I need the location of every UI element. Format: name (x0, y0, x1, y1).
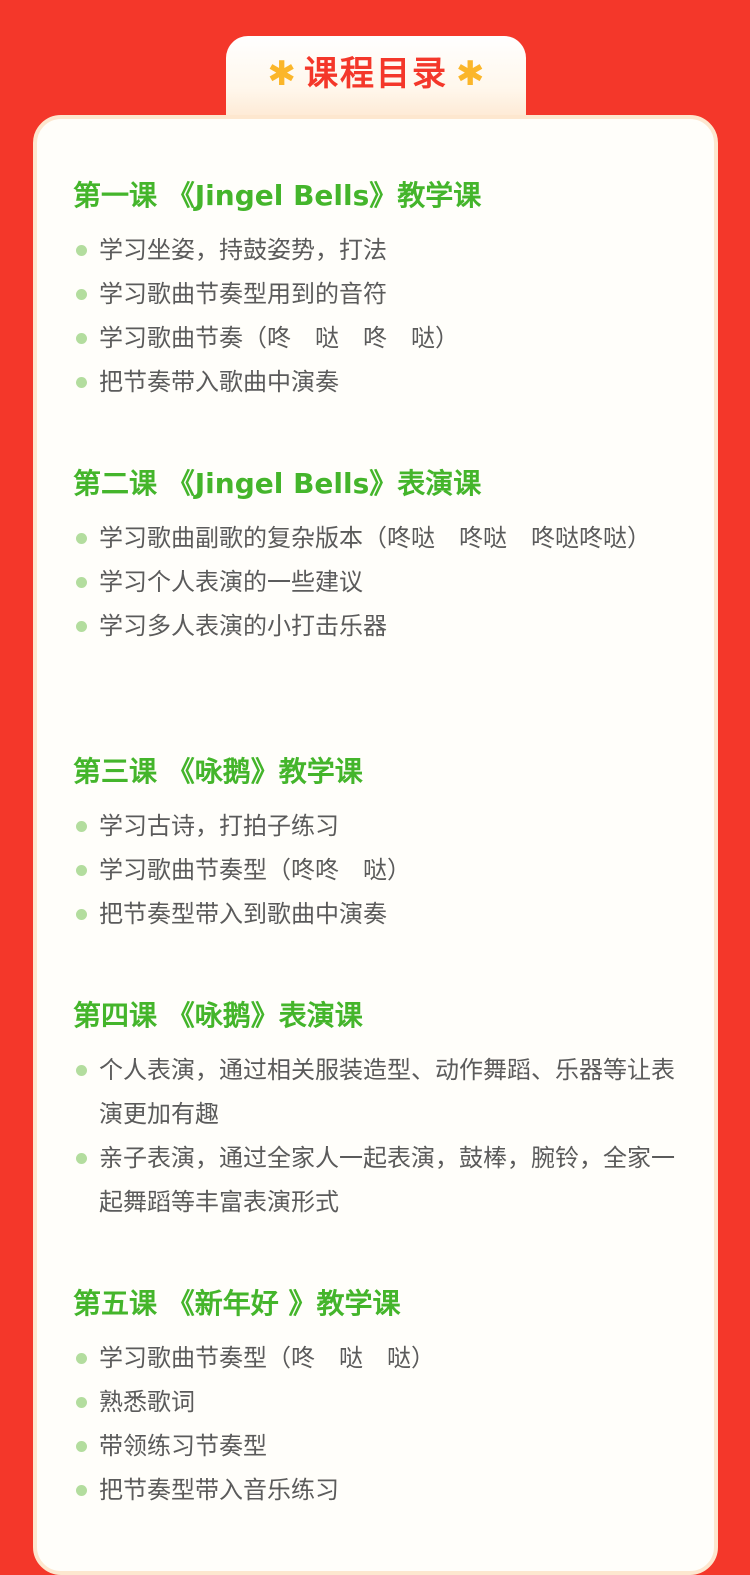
lesson-item-text: 学习歌曲节奏型（咚咚 哒） (99, 856, 411, 884)
lesson-item: 学习歌曲副歌的复杂版本（咚哒 咚哒 咚哒咚哒） (73, 516, 683, 560)
lesson-item-list: 学习歌曲副歌的复杂版本（咚哒 咚哒 咚哒咚哒） 学习个人表演的一些建议 学习多人… (73, 516, 683, 648)
lesson-item-text: 把节奏带入歌曲中演奏 (99, 368, 339, 396)
bullet-dot-icon (76, 1353, 87, 1364)
lesson-item: 学习歌曲节奏型（咚 哒 哒） (73, 1336, 683, 1380)
bullet-dot-icon (76, 289, 87, 300)
catalog-title: 课程目录 (304, 54, 448, 94)
lesson-item: 熟悉歌词 (73, 1380, 683, 1424)
lesson-item-text: 学习个人表演的一些建议 (99, 568, 363, 596)
bullet-dot-icon (76, 1397, 87, 1408)
lesson-4: 第四课 《咏鹅》表演课 个人表演，通过相关服装造型、动作舞蹈、乐器等让表演更加有… (73, 996, 683, 1224)
lesson-title: 第五课 《新年好 》教学课 (73, 1287, 401, 1320)
lesson-item-text: 学习歌曲节奏（咚 哒 咚 哒） (99, 324, 459, 352)
lesson-item-text: 亲子表演，通过全家人一起表演，鼓棒，腕铃，全家一起舞蹈等丰富表演形式 (99, 1144, 675, 1216)
bullet-dot-icon (76, 621, 87, 632)
lesson-title: 第二课 《Jingel Bells》表演课 (73, 467, 482, 500)
lesson-item: 学习多人表演的小打击乐器 (73, 604, 683, 648)
bullet-dot-icon (76, 577, 87, 588)
star-right-icon: ✱ (456, 54, 485, 94)
lesson-item-text: 把节奏型带入到歌曲中演奏 (99, 900, 387, 928)
lesson-item-text: 把节奏型带入音乐练习 (99, 1476, 339, 1504)
lesson-item: 把节奏带入歌曲中演奏 (73, 360, 683, 404)
bullet-dot-icon (76, 377, 87, 388)
course-catalog-card: 第一课 《Jingel Bells》教学课 学习坐姿，持鼓姿势，打法 学习歌曲节… (33, 115, 718, 1575)
bullet-dot-icon (76, 1485, 87, 1496)
lesson-item: 学习歌曲节奏型用到的音符 (73, 272, 683, 316)
lesson-item: 个人表演，通过相关服装造型、动作舞蹈、乐器等让表演更加有趣 (73, 1048, 683, 1136)
bullet-dot-icon (76, 865, 87, 876)
lesson-item: 学习个人表演的一些建议 (73, 560, 683, 604)
lesson-item: 带领练习节奏型 (73, 1424, 683, 1468)
lesson-title: 第三课 《咏鹅》教学课 (73, 755, 363, 788)
lesson-item-text: 带领练习节奏型 (99, 1432, 267, 1460)
lesson-item-text: 学习歌曲节奏型（咚 哒 哒） (99, 1344, 435, 1372)
lesson-item-text: 熟悉歌词 (99, 1388, 195, 1416)
bullet-dot-icon (76, 1065, 87, 1076)
lesson-item-list: 个人表演，通过相关服装造型、动作舞蹈、乐器等让表演更加有趣 亲子表演，通过全家人… (73, 1048, 683, 1224)
bullet-dot-icon (76, 1441, 87, 1452)
lesson-item-text: 个人表演，通过相关服装造型、动作舞蹈、乐器等让表演更加有趣 (99, 1056, 675, 1128)
bullet-dot-icon (76, 533, 87, 544)
bullet-dot-icon (76, 1153, 87, 1164)
bullet-dot-icon (76, 909, 87, 920)
bullet-dot-icon (76, 333, 87, 344)
lesson-item: 学习古诗，打拍子练习 (73, 804, 683, 848)
bullet-dot-icon (76, 821, 87, 832)
lesson-title: 第一课 《Jingel Bells》教学课 (73, 179, 482, 212)
lesson-item-text: 学习歌曲副歌的复杂版本（咚哒 咚哒 咚哒咚哒） (99, 524, 651, 552)
lesson-item: 学习坐姿，持鼓姿势，打法 (73, 228, 683, 272)
bullet-dot-icon (76, 245, 87, 256)
lesson-item: 把节奏型带入音乐练习 (73, 1468, 683, 1512)
lesson-item-list: 学习坐姿，持鼓姿势，打法 学习歌曲节奏型用到的音符 学习歌曲节奏（咚 哒 咚 哒… (73, 228, 683, 404)
star-left-icon: ✱ (267, 54, 297, 94)
lesson-5: 第五课 《新年好 》教学课 学习歌曲节奏型（咚 哒 哒） 熟悉歌词 带领练习节奏… (73, 1284, 683, 1512)
lesson-3: 第三课 《咏鹅》教学课 学习古诗，打拍子练习 学习歌曲节奏型（咚咚 哒） 把节奏… (73, 752, 683, 936)
lesson-item: 学习歌曲节奏型（咚咚 哒） (73, 848, 683, 892)
lesson-item-list: 学习歌曲节奏型（咚 哒 哒） 熟悉歌词 带领练习节奏型 把节奏型带入音乐练习 (73, 1336, 683, 1512)
lesson-item: 学习歌曲节奏（咚 哒 咚 哒） (73, 316, 683, 360)
lesson-2: 第二课 《Jingel Bells》表演课 学习歌曲副歌的复杂版本（咚哒 咚哒 … (73, 464, 683, 648)
lesson-item: 把节奏型带入到歌曲中演奏 (73, 892, 683, 936)
lesson-1: 第一课 《Jingel Bells》教学课 学习坐姿，持鼓姿势，打法 学习歌曲节… (73, 176, 683, 404)
lesson-item: 亲子表演，通过全家人一起表演，鼓棒，腕铃，全家一起舞蹈等丰富表演形式 (73, 1136, 683, 1224)
lesson-item-list: 学习古诗，打拍子练习 学习歌曲节奏型（咚咚 哒） 把节奏型带入到歌曲中演奏 (73, 804, 683, 936)
lesson-title: 第四课 《咏鹅》表演课 (73, 999, 363, 1032)
lesson-item-text: 学习坐姿，持鼓姿势，打法 (99, 236, 387, 264)
lesson-item-text: 学习古诗，打拍子练习 (99, 812, 339, 840)
lesson-item-text: 学习歌曲节奏型用到的音符 (99, 280, 387, 308)
lesson-item-text: 学习多人表演的小打击乐器 (99, 612, 387, 640)
